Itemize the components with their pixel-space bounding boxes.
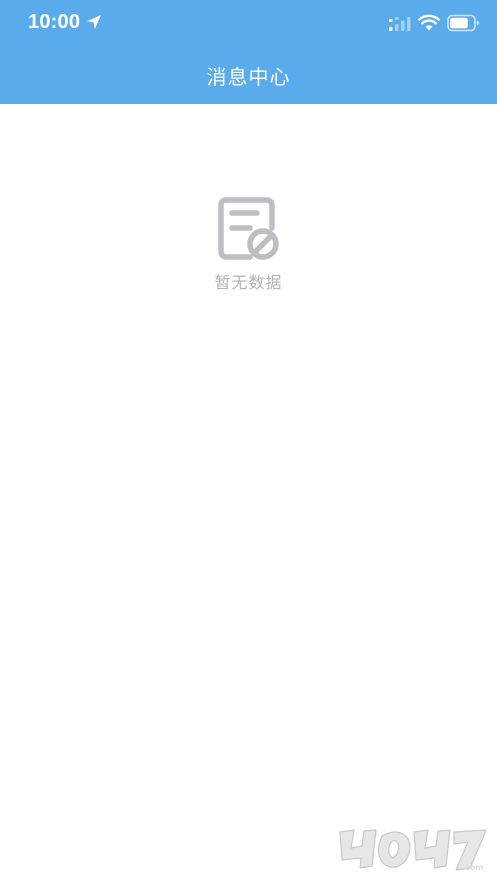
message-center-screen: 10:00 消息中心 暂无数据 .com (0, 0, 497, 883)
wifi-icon (418, 14, 440, 31)
status-time: 10:00 (28, 11, 81, 33)
empty-state: 暂无数据 (0, 196, 497, 293)
site-watermark-logo: .com (339, 829, 487, 872)
svg-text:.com: .com (462, 863, 484, 872)
status-bar: 10:00 (0, 0, 497, 48)
page-title: 消息中心 (206, 65, 291, 89)
battery-icon (447, 14, 479, 32)
cellular-signal-icon (389, 17, 411, 31)
app-header: 10:00 消息中心 (0, 0, 497, 104)
no-document-icon (217, 197, 279, 260)
location-arrow-icon (87, 15, 101, 29)
empty-state-message: 暂无数据 (214, 273, 283, 292)
